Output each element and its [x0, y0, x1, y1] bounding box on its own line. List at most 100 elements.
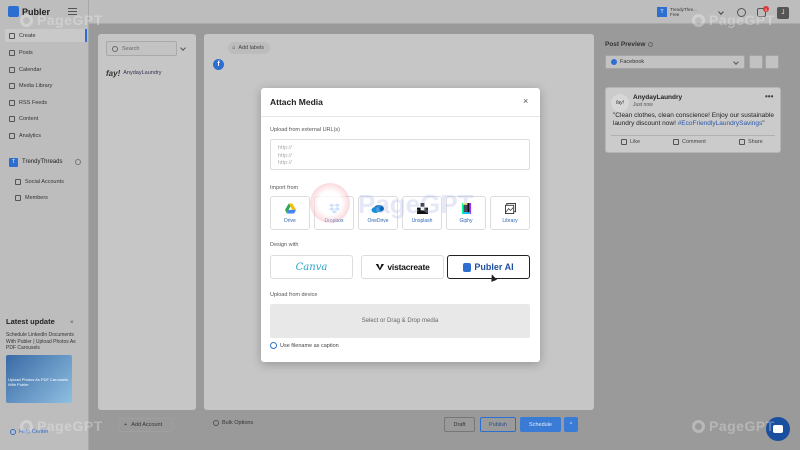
- post-body-end: ": [762, 120, 765, 127]
- canva-button[interactable]: Canva: [270, 255, 353, 279]
- account-badge: T: [657, 7, 667, 17]
- mobile-icon[interactable]: [765, 55, 779, 69]
- divider: [261, 116, 540, 117]
- caption-radio[interactable]: [270, 342, 277, 349]
- post-preview-label: Post Preview: [605, 41, 646, 48]
- device-section-label: Upload from device: [270, 292, 318, 298]
- import-library-button[interactable]: Library: [490, 196, 530, 230]
- external-url-textarea[interactable]: http:// http:// http://: [270, 139, 530, 170]
- sidebar-item-label: Members: [25, 194, 48, 201]
- share-action: Share: [739, 139, 763, 145]
- vistacreate-logo-icon: [375, 263, 385, 271]
- watermark-text: PageGPT: [709, 418, 775, 434]
- facebook-icon: [611, 59, 617, 65]
- pencil-icon: [9, 32, 15, 39]
- like-label: Like: [630, 139, 641, 145]
- info-icon[interactable]: [648, 42, 654, 47]
- add-labels-label: Add labels: [238, 45, 265, 51]
- sidebar-item-create[interactable]: Create: [5, 29, 87, 42]
- watermark: PageGPT: [692, 12, 775, 28]
- search-input[interactable]: Search: [106, 41, 177, 56]
- watermark: PageGPT: [20, 418, 103, 434]
- sidebar-item-rss-feeds[interactable]: RSS Feeds: [5, 96, 87, 109]
- publer-ai-label: Publer AI: [474, 262, 514, 272]
- refresh-icon[interactable]: [749, 55, 763, 69]
- network-select-value: Facebook: [620, 59, 645, 65]
- calendar-icon: [9, 66, 15, 73]
- library-icon: [504, 203, 516, 214]
- watermark-text: PageGPT: [709, 12, 775, 28]
- more-options-icon[interactable]: •••: [765, 92, 773, 101]
- close-icon[interactable]: ×: [70, 320, 74, 326]
- publer-ai-icon: [463, 262, 472, 272]
- avatar[interactable]: J: [777, 7, 789, 19]
- chart-icon: [9, 132, 15, 139]
- filename-caption-option[interactable]: Use filename as caption: [270, 342, 339, 349]
- facebook-icon[interactable]: f: [213, 59, 224, 70]
- url-section-label: Upload from external URL(s): [270, 127, 340, 133]
- comment-icon: [673, 139, 679, 145]
- schedule-button[interactable]: Schedule: [520, 417, 561, 432]
- import-library-label: Library: [502, 218, 518, 224]
- add-labels-button[interactable]: ⌂ Add labels: [228, 42, 270, 54]
- sidebar-item-label: Social Accounts: [25, 178, 64, 185]
- accounts-icon: [15, 178, 21, 185]
- close-icon[interactable]: ×: [523, 96, 528, 106]
- url-placeholder-line: http://: [278, 152, 292, 159]
- network-select[interactable]: Facebook: [605, 55, 745, 69]
- upload-dropzone[interactable]: Select or Drag & Drop media: [270, 304, 530, 338]
- share-icon: [739, 139, 745, 145]
- modal-title: Attach Media: [270, 97, 323, 107]
- draft-button[interactable]: Draft: [444, 417, 475, 432]
- sidebar-item-label: Calendar: [19, 66, 42, 73]
- chevron-down-icon: [733, 59, 739, 65]
- sidebar-item-posts[interactable]: Posts: [5, 46, 87, 59]
- document-icon: [9, 49, 15, 56]
- avatar: fay!: [611, 94, 629, 112]
- latest-update-thumbnail-text: Upload Photos As PDF Carousels With Publ…: [8, 376, 69, 387]
- caption-option-label: Use filename as caption: [280, 342, 339, 349]
- members-icon: [15, 194, 21, 201]
- post-author-name: AnydayLaundry: [633, 94, 683, 101]
- accounts-panel: [98, 34, 196, 410]
- watermark-text: PageGPT: [37, 12, 103, 28]
- gear-icon: [213, 420, 219, 426]
- add-account-label: Add Account: [131, 422, 163, 428]
- sidebar-item-content[interactable]: Content: [5, 112, 87, 125]
- latest-update-text[interactable]: Schedule LinkedIn Documents With Publer …: [6, 332, 78, 352]
- design-section-label: Design with: [270, 242, 299, 248]
- url-placeholder-line: http://: [278, 145, 292, 151]
- help-icon: [10, 429, 16, 435]
- comment-label: Comment: [682, 139, 706, 145]
- sidebar-item-calendar[interactable]: Calendar: [5, 63, 87, 76]
- sidebar-item-label: Create: [19, 32, 36, 39]
- account-list-item[interactable]: fay! AnydayLaundry: [106, 66, 186, 80]
- latest-update-thumbnail[interactable]: Upload Photos As PDF Carousels With Publ…: [6, 354, 72, 403]
- watermark-text: PageGPT: [37, 418, 103, 434]
- workspace-selector[interactable]: T TrendyThreads: [9, 156, 81, 168]
- watermark-text: PageGPT: [358, 189, 474, 219]
- import-section-label: Import from: [270, 185, 299, 191]
- bulk-options-label: Bulk Options: [222, 420, 254, 426]
- sidebar-item-analytics[interactable]: Analytics: [5, 129, 87, 142]
- workspace-badge: T: [9, 157, 18, 167]
- vistacreate-button[interactable]: vistacreate: [361, 255, 444, 279]
- sidebar-item-social-accounts[interactable]: Social Accounts: [11, 175, 81, 188]
- search-icon: [112, 45, 118, 52]
- like-action: Like: [621, 139, 640, 145]
- import-drive-label: Drive: [284, 218, 296, 224]
- search-placeholder: Search: [122, 45, 140, 52]
- url-placeholder-line: http://: [278, 160, 292, 166]
- post-text: "Clean clothes, clean conscience! Enjoy …: [613, 112, 777, 128]
- share-label: Share: [748, 139, 763, 145]
- sidebar-item-media-library[interactable]: Media Library: [5, 79, 87, 92]
- sidebar-item-label: RSS Feeds: [19, 99, 48, 106]
- thumbs-up-icon: [621, 139, 627, 145]
- add-account-button[interactable]: + Add Account: [118, 418, 173, 432]
- gear-icon[interactable]: [75, 159, 81, 165]
- sidebar-item-members[interactable]: Members: [11, 191, 81, 204]
- chevron-up-icon[interactable]: ^: [564, 417, 578, 432]
- publish-button[interactable]: Publish: [480, 417, 516, 432]
- bulk-options-button[interactable]: Bulk Options: [213, 420, 253, 426]
- import-drive-button[interactable]: Drive: [270, 196, 310, 230]
